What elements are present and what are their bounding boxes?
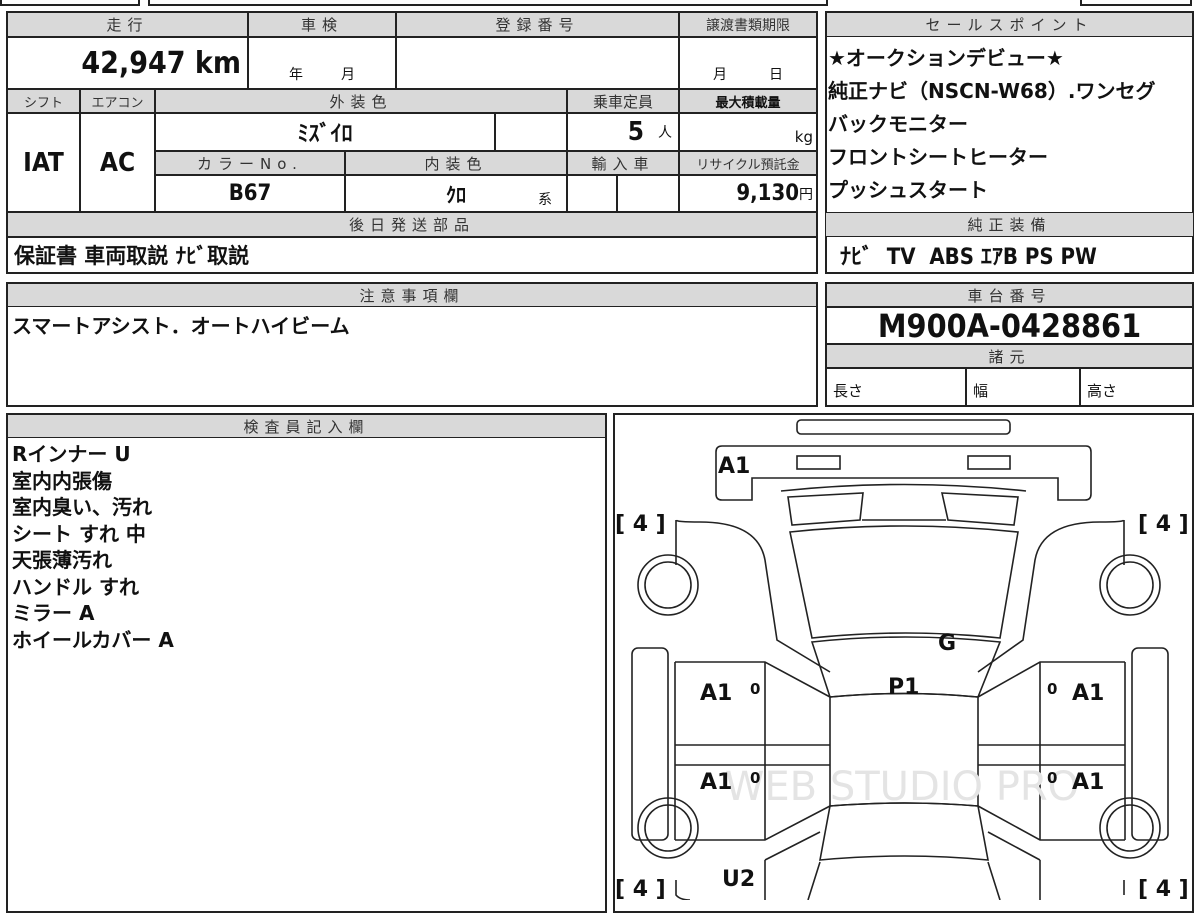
wheel-front-right xyxy=(1099,554,1161,616)
wheel-rear-right xyxy=(1099,797,1161,859)
rear-left-mark: U2 xyxy=(722,867,755,892)
wheel-front-left xyxy=(637,554,699,616)
windshield-mark: G xyxy=(938,631,956,656)
hood xyxy=(789,525,1019,639)
headlight-right xyxy=(967,455,1011,470)
zero-mark: 0 xyxy=(1047,680,1057,698)
grille xyxy=(780,483,1027,526)
wheel-front-right-inner xyxy=(1106,561,1154,609)
front-bumper-outline xyxy=(715,445,1092,501)
tire-fr-mark: [ 4 ] xyxy=(1138,512,1189,537)
wheel-rear-right-inner xyxy=(1106,804,1154,852)
rear-bumper-bar xyxy=(796,419,1011,435)
zero-mark: 0 xyxy=(1047,769,1057,787)
trunk-sides xyxy=(807,861,1001,900)
door-fr-mark: A1 xyxy=(1072,681,1104,706)
tire-rl-mark: [ 4 ] xyxy=(615,877,666,900)
tire-fl-mark: [ 4 ] xyxy=(615,512,666,537)
roof-mark: P1 xyxy=(888,675,919,700)
front-fenders xyxy=(675,519,1125,673)
door-rr-mark: A1 xyxy=(1072,770,1104,795)
door-fl-mark: A1 xyxy=(700,681,732,706)
zero-mark: 0 xyxy=(750,680,760,698)
watermark: WEB STUDIO PRO xyxy=(725,764,1079,810)
headlight-left xyxy=(796,455,841,470)
side-sill-left xyxy=(631,647,669,841)
car-diagram: WEB STUDIO PRO A1 [ 4 ] [ 4 ] [ 4 ] [ 4 … xyxy=(615,419,1189,900)
tire-rr-mark: [ 4 ] xyxy=(1138,877,1189,900)
side-sill-right xyxy=(1131,647,1169,841)
wheel-front-left-inner xyxy=(644,561,692,609)
front-bumper-mark: A1 xyxy=(718,454,750,479)
door-rl-mark: A1 xyxy=(700,770,732,795)
rear-glass xyxy=(819,802,989,861)
zero-mark: 0 xyxy=(750,769,760,787)
